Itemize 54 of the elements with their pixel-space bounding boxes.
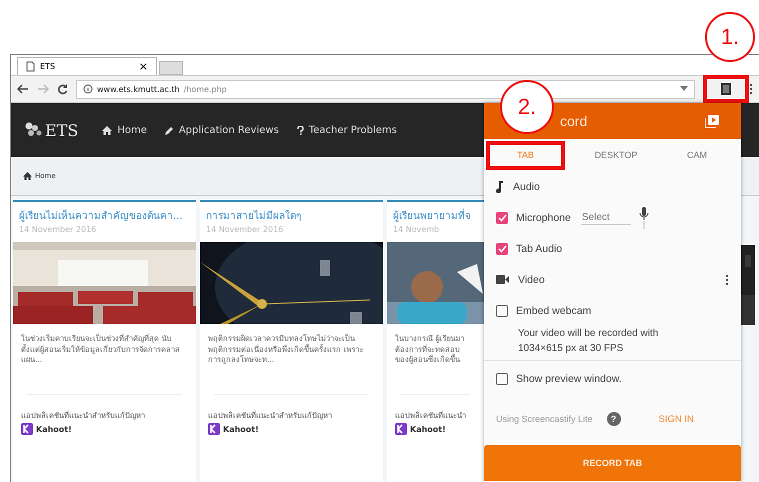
- pencil-icon: [164, 126, 174, 134]
- music-note-icon: [496, 180, 504, 192]
- menu-icon[interactable]: [749, 83, 753, 95]
- checkbox-label[interactable]: Show preview window.: [516, 373, 622, 385]
- address-bar[interactable]: www.ets.kmutt.ac.th /home.php: [76, 80, 695, 98]
- nav-link[interactable]: Teacher Problems: [296, 124, 397, 136]
- tab-title: ETS: [40, 62, 56, 71]
- section-heading: Audio: [513, 180, 540, 192]
- dropdown-icon[interactable]: [680, 86, 688, 92]
- back-icon[interactable]: [17, 84, 29, 94]
- close-tab-button[interactable]: ×: [138, 60, 148, 73]
- checkbox-label[interactable]: Microphone: [516, 212, 571, 224]
- plan-label: Using Screencastify Lite: [496, 414, 593, 424]
- checkbox[interactable]: [496, 304, 508, 316]
- app-logo-icon: [21, 423, 33, 435]
- step-number: 1.: [705, 12, 755, 62]
- site-logo[interactable]: ETS: [45, 120, 78, 140]
- app-logo-icon: [395, 423, 407, 435]
- info-icon: [83, 84, 93, 94]
- mode-tab[interactable]: DESKTOP: [586, 146, 646, 164]
- app-logo-icon: [208, 423, 220, 435]
- video-resolution-note: Your video will be recorded with 1034×615 px at 30 FPS: [484, 326, 741, 361]
- app-name[interactable]: Kahoot!: [36, 424, 72, 434]
- mode-tab[interactable]: CAM: [667, 146, 727, 164]
- page-icon: [26, 61, 35, 72]
- nav-link[interactable]: Home: [102, 124, 147, 136]
- article-date: 14 November 2016: [18, 224, 98, 236]
- checkbox-label[interactable]: Tab Audio: [516, 242, 562, 254]
- checkbox[interactable]: [496, 212, 508, 224]
- app-name[interactable]: Kahoot!: [223, 424, 259, 434]
- app-name[interactable]: Kahoot!: [410, 424, 446, 434]
- checkbox[interactable]: [496, 242, 508, 254]
- home-icon: [102, 126, 112, 134]
- microphone-select[interactable]: Select: [580, 210, 631, 224]
- video-library-icon[interactable]: [705, 114, 719, 128]
- video-camera-icon: [496, 275, 509, 284]
- reload-icon[interactable]: [57, 84, 68, 94]
- article-date: 14 Novemb: [392, 224, 440, 236]
- nav-link[interactable]: Application Reviews: [164, 124, 279, 136]
- article-title[interactable]: การมาสายไม่มีผลใดๆ: [200, 202, 307, 223]
- microphone-icon: [638, 206, 649, 228]
- section-heading: Video: [518, 274, 545, 286]
- checkbox[interactable]: [496, 373, 508, 385]
- checkbox-label[interactable]: Embed webcam: [516, 304, 592, 316]
- home-icon: [23, 172, 32, 180]
- more-icon[interactable]: [725, 274, 729, 286]
- logo-icon: [25, 122, 43, 138]
- question-icon: [296, 126, 304, 134]
- article-title[interactable]: ผู้เรียนพยายามที่จ: [387, 202, 477, 223]
- article-date: 14 November 2016: [205, 224, 284, 236]
- help-button[interactable]: ?: [606, 412, 621, 426]
- article-title[interactable]: ผู้เรียนไม่เห็นความสำคัญของต้นคา...: [13, 202, 189, 223]
- film-icon: [721, 83, 731, 95]
- popup-title: cord: [560, 113, 588, 129]
